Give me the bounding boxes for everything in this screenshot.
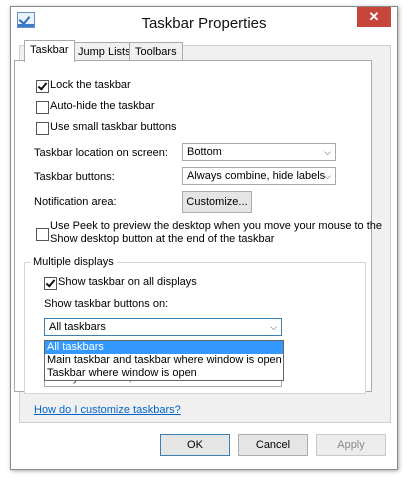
notification-label: Notification area:	[34, 196, 117, 208]
tab-taskbar[interactable]: Taskbar	[24, 40, 75, 62]
small-buttons-checkbox[interactable]	[36, 122, 49, 135]
show-all-displays-label: Show taskbar on all displays	[58, 276, 197, 288]
show-all-displays-checkbox[interactable]	[44, 277, 57, 290]
show-buttons-on-dropdown[interactable]: All taskbars Main taskbar and taskbar wh…	[44, 340, 284, 381]
apply-button[interactable]: Apply	[316, 434, 386, 456]
small-buttons-label: Use small taskbar buttons	[50, 121, 177, 133]
location-label: Taskbar location on screen:	[34, 147, 168, 159]
customize-button[interactable]: Customize...	[182, 191, 252, 213]
lock-taskbar-checkbox[interactable]	[36, 80, 49, 93]
chevron-down-icon: ⌵	[324, 147, 331, 157]
chevron-down-icon: ⌵	[324, 171, 331, 181]
taskbar-buttons-select[interactable]: Always combine, hide labels ⌵	[182, 167, 336, 185]
location-select[interactable]: Bottom ⌵	[182, 143, 336, 161]
show-buttons-on-value: All taskbars	[49, 321, 106, 333]
show-buttons-on-label: Show taskbar buttons on:	[44, 298, 169, 310]
taskbar-buttons-value: Always combine, hide labels	[187, 170, 326, 182]
ok-button[interactable]: OK	[160, 434, 230, 456]
taskbar-buttons-label: Taskbar buttons:	[34, 171, 115, 183]
window-title: Taskbar Properties	[141, 15, 267, 32]
peek-label-line1: Use Peek to preview the desktop when you…	[50, 220, 383, 232]
lock-taskbar-label: Lock the taskbar	[50, 79, 131, 91]
peek-label-line2: Show desktop button at the end of the ta…	[50, 233, 275, 245]
autohide-label: Auto-hide the taskbar	[50, 100, 155, 112]
cancel-button[interactable]: Cancel	[238, 434, 308, 456]
chevron-down-icon: ⌵	[270, 322, 277, 332]
help-link[interactable]: How do I customize taskbars?	[34, 404, 181, 416]
show-buttons-on-select[interactable]: All taskbars ⌵	[44, 318, 282, 336]
dropdown-option-main-and-open[interactable]: Main taskbar and taskbar where window is…	[45, 354, 283, 367]
dropdown-option-all-taskbars[interactable]: All taskbars	[45, 341, 283, 354]
peek-checkbox[interactable]	[36, 228, 49, 241]
autohide-checkbox[interactable]	[36, 101, 49, 114]
dropdown-option-where-open[interactable]: Taskbar where window is open	[45, 367, 283, 380]
tab-toolbars[interactable]: Toolbars	[129, 42, 183, 61]
tab-jump-lists[interactable]: Jump Lists	[72, 42, 137, 61]
location-value: Bottom	[187, 146, 222, 158]
title-bar[interactable]: Taskbar Properties ✕	[11, 7, 397, 37]
multiple-displays-title: Multiple displays	[30, 256, 117, 268]
close-button[interactable]: ✕	[357, 7, 391, 27]
